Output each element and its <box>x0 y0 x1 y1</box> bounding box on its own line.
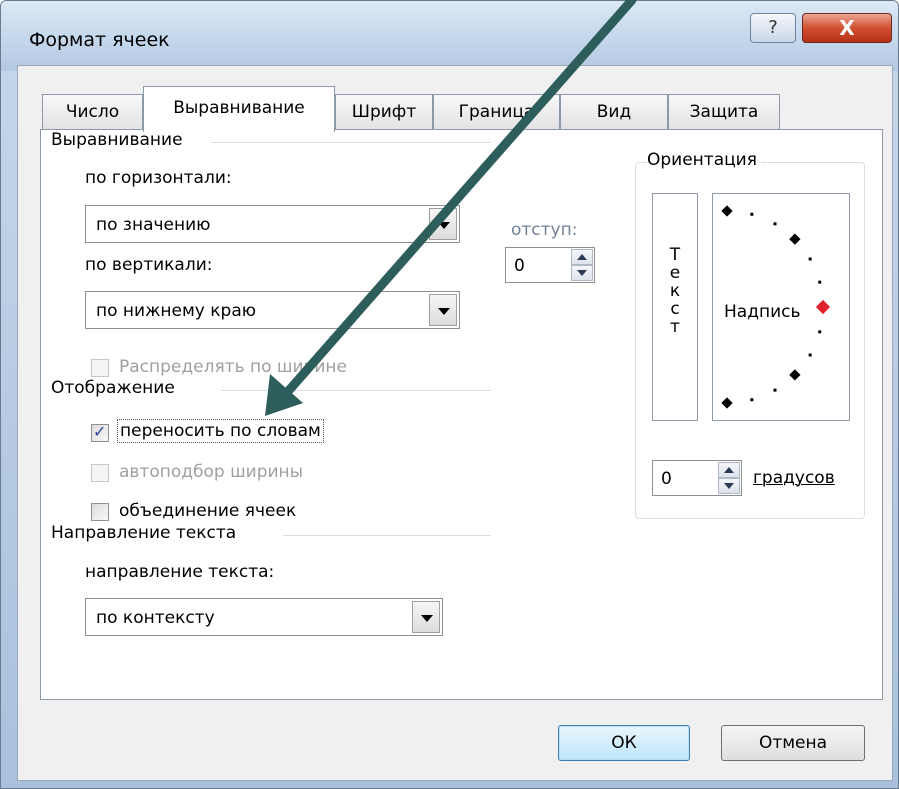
annotation-arrow <box>265 0 637 416</box>
annotation-arrow-shaft <box>279 0 637 401</box>
